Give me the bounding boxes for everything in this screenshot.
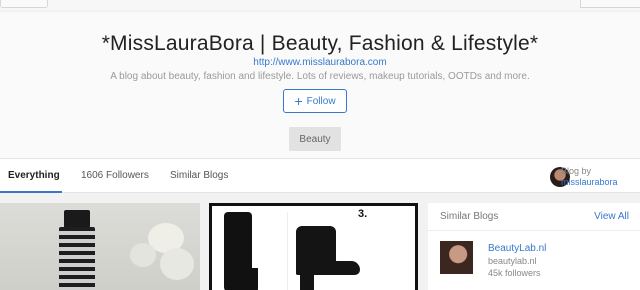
- similar-blog-followers: 45k followers: [488, 268, 541, 278]
- top-browser-strip: [0, 0, 640, 10]
- blog-by-author[interactable]: misslaurabora: [561, 177, 618, 187]
- follow-label: Follow: [306, 95, 336, 107]
- blog-by-label: Blog by: [561, 166, 592, 176]
- similar-blogs-panel: Similar Blogs View All BeautyLab.nl beau…: [428, 203, 640, 290]
- top-left-control: [0, 0, 48, 8]
- post-card-boots[interactable]: 3.: [209, 203, 418, 290]
- panel-divider: [428, 230, 640, 231]
- ankle-boot-heel: [300, 272, 314, 290]
- tab-similar-blogs-label: Similar Blogs: [170, 170, 229, 181]
- similar-blog-thumbnail[interactable]: [440, 241, 473, 274]
- collage-number: 3.: [358, 208, 368, 220]
- blog-url-link[interactable]: http://www.misslaurabora.com: [0, 57, 640, 68]
- top-right-control: [580, 0, 640, 8]
- similar-blogs-heading: Similar Blogs: [440, 211, 499, 222]
- tall-boot-heel: [244, 268, 258, 290]
- view-all-link[interactable]: View All: [594, 211, 629, 222]
- blog-title: *MissLauraBora | Beauty, Fashion & Lifes…: [101, 32, 539, 55]
- collage-divider: [287, 212, 288, 290]
- blog-description: A blog about beauty, fashion and lifesty…: [110, 71, 530, 82]
- polish-bottle: [59, 227, 95, 290]
- tab-similar-blogs[interactable]: Similar Blogs: [170, 170, 228, 181]
- tab-followers[interactable]: 1606 Followers: [81, 170, 149, 181]
- similar-blog-name[interactable]: BeautyLab.nl: [488, 243, 546, 254]
- post-card-nail-polish[interactable]: [0, 203, 200, 290]
- category-tag-beauty[interactable]: Beauty: [289, 127, 341, 151]
- polish-bottle-cap: [64, 210, 90, 228]
- follow-button[interactable]: + Follow: [283, 89, 347, 113]
- active-tab-underline: [0, 191, 62, 193]
- tab-bar: Everything 1606 Followers Similar Blogs …: [0, 158, 640, 193]
- tab-everything-label: Everything: [8, 170, 60, 181]
- plus-icon: +: [294, 93, 303, 109]
- flower-decoration: [160, 248, 194, 280]
- tab-followers-label: 1606 Followers: [81, 170, 149, 181]
- blog-header: *MissLauraBora | Beauty, Fashion & Lifes…: [0, 12, 640, 158]
- flower-decoration: [130, 243, 156, 267]
- tab-everything[interactable]: Everything: [8, 170, 60, 181]
- similar-blog-domain: beautylab.nl: [488, 256, 537, 266]
